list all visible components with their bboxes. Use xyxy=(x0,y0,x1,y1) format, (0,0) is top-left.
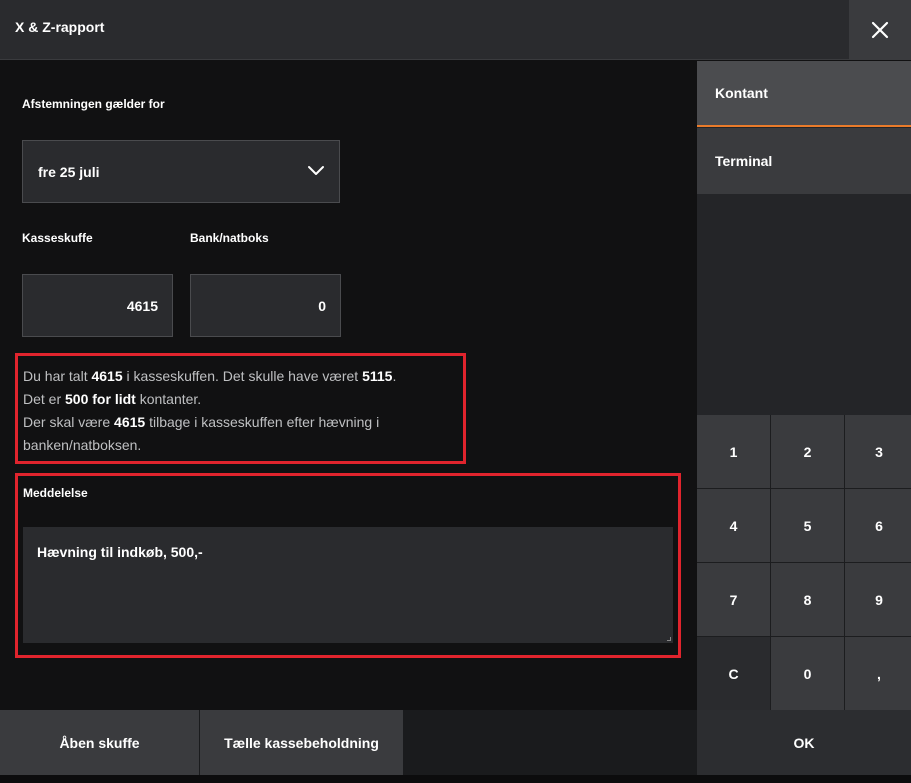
bank-amount-input[interactable] xyxy=(191,275,340,336)
info-line-4: banken/natboksen. xyxy=(23,437,142,453)
close-button[interactable] xyxy=(849,0,911,60)
drawer-amount-field[interactable] xyxy=(22,274,173,337)
info-line-2: Det er 500 for lidt kontanter. xyxy=(23,391,202,407)
reconciliation-text: Du har talt 4615 i kasseskuffen. Det sku… xyxy=(23,365,396,457)
resize-grip-icon[interactable] xyxy=(667,637,671,641)
numeric-keypad: 1 2 3 4 5 6 7 8 9 C 0 , xyxy=(697,415,911,710)
reconciliation-info: Du har talt 4615 i kasseskuffen. Det sku… xyxy=(15,353,466,464)
key-4[interactable]: 4 xyxy=(697,489,770,562)
count-cash-button[interactable]: Tælle kassebeholdning xyxy=(200,710,403,775)
key-6[interactable]: 6 xyxy=(845,489,911,562)
key-9[interactable]: 9 xyxy=(845,563,911,636)
message-textarea[interactable]: Hævning til indkøb, 500,- xyxy=(23,527,673,643)
info-line-1: Du har talt 4615 i kasseskuffen. Det sku… xyxy=(23,368,397,384)
key-comma[interactable]: , xyxy=(845,637,911,710)
message-section: Meddelelse Hævning til indkøb, 500,- xyxy=(15,473,681,658)
tab-cash[interactable]: Kontant xyxy=(697,61,911,127)
close-icon xyxy=(871,21,889,39)
key-0[interactable]: 0 xyxy=(771,637,844,710)
key-1[interactable]: 1 xyxy=(697,415,770,488)
key-2[interactable]: 2 xyxy=(771,415,844,488)
key-3[interactable]: 3 xyxy=(845,415,911,488)
page-title: X & Z-rapport xyxy=(15,19,105,35)
message-label: Meddelelse xyxy=(23,486,88,500)
key-7[interactable]: 7 xyxy=(697,563,770,636)
payment-panel: Kontant Terminal 1 2 3 4 5 6 7 8 9 C 0 , xyxy=(697,61,911,710)
header-bar: X & Z-rapport xyxy=(0,0,911,60)
drawer-amount-input[interactable] xyxy=(23,275,172,336)
message-field[interactable]: Hævning til indkøb, 500,- xyxy=(23,527,673,643)
drawer-label: Kasseskuffe xyxy=(22,231,93,245)
open-drawer-button[interactable]: Åben skuffe xyxy=(0,710,199,775)
date-select-value: fre 25 juli xyxy=(38,164,100,180)
bottom-strip xyxy=(0,775,911,783)
report-form: Afstemningen gælder for fre 25 juli Kass… xyxy=(0,61,696,710)
date-label: Afstemningen gælder for xyxy=(22,97,165,111)
chevron-down-icon xyxy=(308,166,324,175)
key-5[interactable]: 5 xyxy=(771,489,844,562)
key-clear[interactable]: C xyxy=(697,637,770,710)
date-select[interactable]: fre 25 juli xyxy=(22,140,340,203)
bank-amount-field[interactable] xyxy=(190,274,341,337)
bank-label: Bank/natboks xyxy=(190,231,269,245)
tab-terminal[interactable]: Terminal xyxy=(697,128,911,194)
footer-bar: Åben skuffe Tælle kassebeholdning OK xyxy=(0,710,911,775)
ok-button[interactable]: OK xyxy=(697,710,911,775)
key-8[interactable]: 8 xyxy=(771,563,844,636)
info-line-3: Der skal være 4615 tilbage i kasseskuffe… xyxy=(23,414,380,430)
